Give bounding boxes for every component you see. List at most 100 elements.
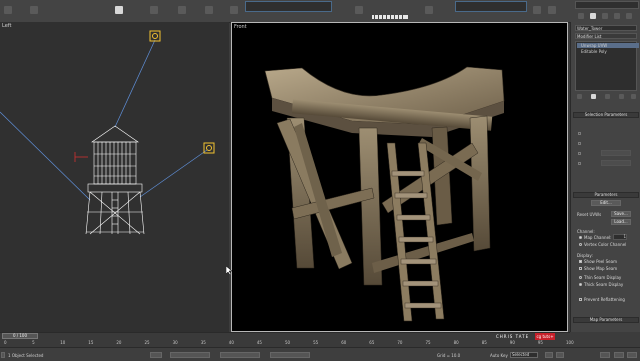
scale-icon[interactable] (178, 6, 186, 14)
frame-ruler[interactable]: 0 5 10 15 20 25 30 35 40 45 50 55 60 65 70 75 80 85 90 95 10… (0, 340, 574, 347)
frame-tick-label: 45 (256, 340, 262, 345)
selection-parameters-rollout[interactable]: Selection Parameters (573, 112, 639, 118)
map-parameters-rollout[interactable]: Map Parameters (573, 317, 639, 323)
frame-tick-label: 10 (60, 340, 66, 345)
watermark-text: CHRIS TATE (496, 334, 530, 339)
modify-tab-icon[interactable] (590, 13, 596, 19)
auto-key-button[interactable]: Auto Key (490, 353, 508, 358)
selected-dropdown[interactable]: Selected (510, 352, 538, 358)
ribbon-graphite-icon[interactable] (370, 11, 410, 21)
display-tab-icon[interactable] (626, 13, 632, 19)
hierarchy-tab-icon[interactable] (602, 13, 608, 19)
remove-modifier-icon[interactable] (619, 94, 624, 99)
make-unique-icon[interactable] (605, 94, 610, 99)
frame-tick-label: 30 (172, 340, 178, 345)
time-slider[interactable]: 0 / 100 (2, 333, 38, 339)
left-viewport[interactable]: Left (0, 22, 229, 332)
pan-icon[interactable] (614, 352, 624, 358)
watermark-logo: cg tuts+ (535, 333, 555, 340)
check-disabled (578, 132, 581, 135)
pin-stack-icon[interactable] (577, 94, 582, 99)
frame-tick-label: 40 (228, 340, 234, 345)
thin-seam-radio[interactable] (579, 276, 582, 279)
stack-item-unwrap-uvw[interactable]: Unwrap UVW (577, 43, 639, 48)
play-back-button[interactable] (545, 352, 553, 358)
lock-selection-button[interactable] (150, 352, 162, 358)
orbit-icon[interactable] (627, 352, 637, 358)
edit-button[interactable]: Edit... (591, 200, 621, 206)
disabled-button (601, 160, 631, 166)
create-tab-icon[interactable] (578, 13, 584, 19)
zoom-icon[interactable] (600, 352, 610, 358)
ribbon-bars-icon (372, 15, 408, 19)
omni-light-icon[interactable] (203, 142, 215, 154)
water-tower-wireframe[interactable] (84, 124, 146, 236)
x-coordinate-field[interactable] (170, 352, 210, 358)
map-channel-spinner[interactable]: 1 (613, 234, 627, 240)
show-peel-seam-label: Show Peel Seam (584, 259, 617, 264)
parameters-rollout[interactable]: Parameters (573, 192, 639, 198)
vertex-color-label: Vertex Color Channel (584, 242, 627, 247)
frame-tick-label: 80 (453, 340, 459, 345)
mouse-cursor-icon (226, 266, 232, 275)
frame-tick-label: 85 (481, 340, 487, 345)
motion-tab-icon[interactable] (614, 13, 620, 19)
snap-icon[interactable] (205, 6, 213, 14)
check-disabled (578, 162, 581, 165)
disabled-button (601, 150, 631, 156)
spotlight-icon[interactable] (149, 30, 161, 42)
show-end-result-icon[interactable] (591, 94, 596, 99)
thick-seam-label: Thick Seam Display (584, 282, 624, 287)
workspace-dropdown[interactable] (575, 1, 639, 9)
status-bar: 1 Object Selected Grid = 10.0 Auto Key S… (0, 347, 640, 361)
tower-base-render[interactable] (232, 23, 567, 331)
render-setup-icon[interactable] (355, 6, 363, 14)
frame-tick-label: 5 (32, 340, 35, 345)
frame-tick-label: 15 (88, 340, 94, 345)
load-button[interactable]: Load... (611, 219, 631, 225)
save-button[interactable]: Save... (611, 211, 631, 217)
view-dropdown[interactable] (455, 1, 527, 12)
map-channel-label: Map Channel: (584, 235, 612, 240)
selection-set-dropdown[interactable] (245, 1, 332, 12)
frame-tick-label: 100 (566, 340, 574, 345)
prevent-reflattening-check[interactable] (579, 298, 582, 301)
select-icon[interactable] (4, 6, 12, 14)
stack-item-editable-poly[interactable]: Editable Poly (577, 49, 639, 54)
frame-tick-label: 65 (369, 340, 375, 345)
reset-uvws-label[interactable]: Reset UVWs (577, 212, 601, 217)
move-icon[interactable] (30, 6, 38, 14)
display-label: Display: (577, 253, 593, 258)
stack-controls (577, 94, 636, 100)
vertex-color-radio[interactable] (579, 243, 582, 246)
z-coordinate-field[interactable] (270, 352, 310, 358)
thick-seam-radio[interactable] (579, 283, 582, 286)
check-disabled (578, 152, 581, 155)
frame-tick-label: 75 (425, 340, 431, 345)
mirror-icon[interactable] (230, 6, 238, 14)
show-map-seam-check[interactable] (579, 267, 582, 270)
object-name-field[interactable]: Water_Tower (575, 25, 637, 31)
play-button[interactable] (556, 352, 564, 358)
modifier-stack[interactable]: Unwrap UVW Editable Poly (575, 41, 639, 91)
frame-tick-label: 95 (537, 340, 543, 345)
frame-tick-label: 0 (4, 340, 7, 345)
frame-tick-label: 50 (285, 340, 291, 345)
y-coordinate-field[interactable] (220, 352, 260, 358)
front-viewport[interactable]: Front (231, 22, 568, 332)
thin-seam-label: Thin Seam Display (584, 275, 622, 280)
map-channel-radio[interactable] (579, 236, 582, 239)
selection-controls-disabled (576, 122, 636, 192)
modifier-list-dropdown[interactable]: Modifier List (575, 33, 637, 39)
active-tool-icon[interactable] (115, 6, 123, 14)
command-panel: Water_Tower Modifier List Unwrap UVW Edi… (570, 22, 640, 332)
maxscript-listener-button[interactable] (1, 352, 5, 358)
frame-tick-label: 90 (509, 340, 515, 345)
show-peel-seam-check[interactable] (579, 260, 582, 263)
teapot-icon[interactable] (533, 6, 541, 14)
configure-sets-icon[interactable] (631, 94, 636, 99)
render-icon[interactable] (425, 6, 433, 14)
render-frame-icon[interactable] (548, 6, 556, 14)
rotate-icon[interactable] (150, 6, 158, 14)
selection-status: 1 Object Selected (8, 353, 44, 358)
